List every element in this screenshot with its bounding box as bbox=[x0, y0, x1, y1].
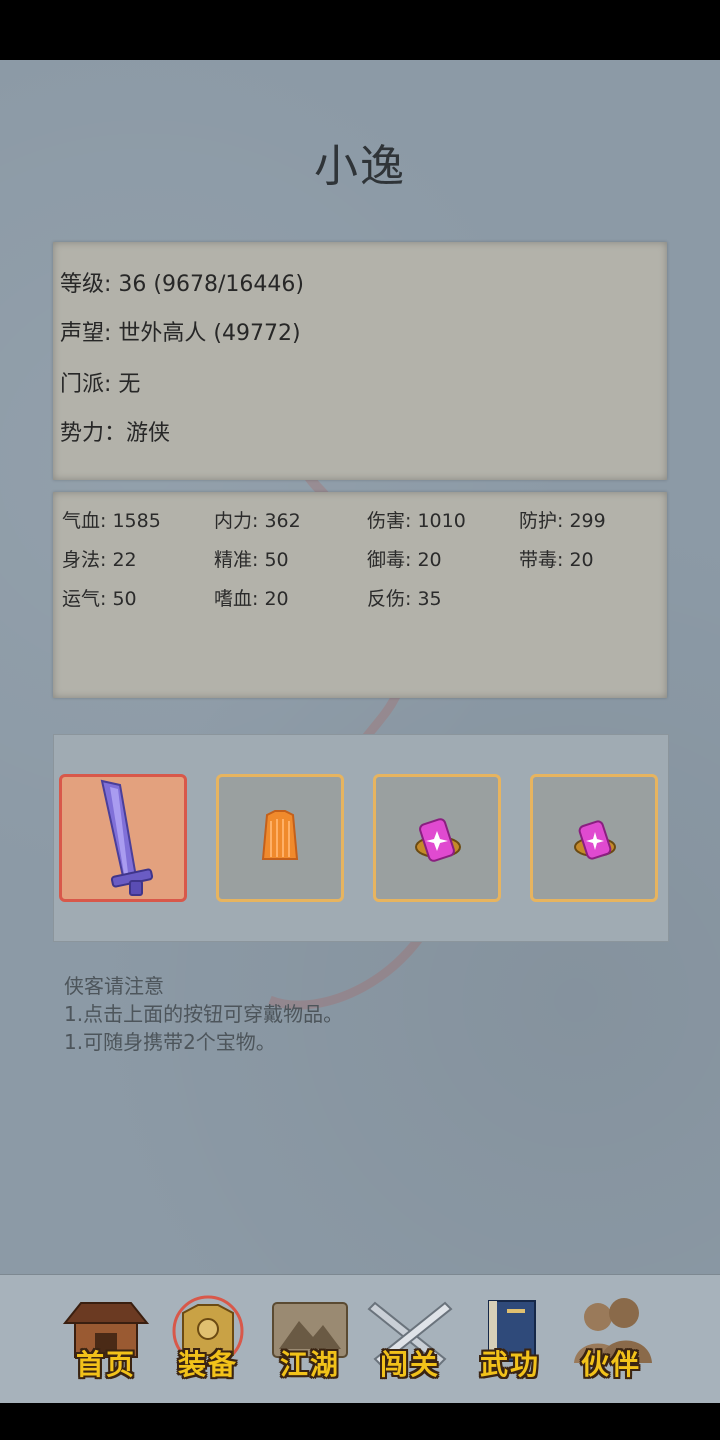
nav-jianghu[interactable]: 江湖 bbox=[265, 1293, 355, 1385]
equip-slot-treasure-1[interactable] bbox=[373, 774, 501, 902]
stat-hp: 气血: 1585 bbox=[62, 510, 161, 532]
nav-martial-arts-label: 武功 bbox=[479, 1348, 540, 1381]
treasure-icon bbox=[574, 820, 616, 860]
character-info-panel: 等级: 36 (9678/16446) 声望: 世外高人 (49772) 门派:… bbox=[53, 242, 667, 480]
nav-challenge[interactable]: 闯关 bbox=[365, 1293, 455, 1385]
notice-line-1: 1.点击上面的按钮可穿戴物品。 bbox=[64, 1002, 344, 1026]
equip-slot-treasure-2[interactable] bbox=[530, 774, 658, 902]
stat-inner-power: 内力: 362 bbox=[214, 510, 301, 532]
stat-defense: 防护: 299 bbox=[519, 510, 606, 532]
prestige-text: 声望: 世外高人 (49772) bbox=[60, 321, 301, 346]
bottom-nav: 首页 装备 江湖 闯关 武功 伙伴 bbox=[0, 1274, 720, 1403]
nav-companions-label: 伙伴 bbox=[580, 1348, 641, 1381]
notice-title: 侠客请注意 bbox=[64, 974, 164, 998]
stat-reflect: 反伤: 35 bbox=[367, 588, 442, 610]
nav-jianghu-label: 江湖 bbox=[279, 1348, 340, 1381]
nav-equipment-label: 装备 bbox=[177, 1348, 238, 1381]
equipment-panel bbox=[53, 734, 669, 942]
character-name: 小逸 bbox=[314, 141, 406, 192]
level-text: 等级: 36 (9678/16446) bbox=[60, 272, 304, 297]
stat-poison: 带毒: 20 bbox=[519, 549, 594, 571]
nav-home-label: 首页 bbox=[75, 1348, 136, 1381]
sect-text: 门派: 无 bbox=[60, 372, 141, 397]
stat-poison-resist: 御毒: 20 bbox=[367, 549, 442, 571]
stat-agility: 身法: 22 bbox=[62, 549, 137, 571]
system-navigation-bar bbox=[0, 1403, 720, 1440]
equip-slot-armor[interactable] bbox=[216, 774, 344, 902]
stat-damage: 伤害: 1010 bbox=[367, 510, 466, 532]
nav-challenge-label: 闯关 bbox=[379, 1348, 440, 1381]
stat-lifesteal: 嗜血: 20 bbox=[214, 588, 289, 610]
stat-accuracy: 精准: 50 bbox=[214, 549, 289, 571]
stat-luck: 运气: 50 bbox=[62, 588, 137, 610]
notice-text: 侠客请注意 1.点击上面的按钮可穿戴物品。 1.可随身携带2个宝物。 bbox=[64, 972, 343, 1056]
sword-icon bbox=[100, 779, 154, 896]
nav-home[interactable]: 首页 bbox=[61, 1293, 151, 1385]
equip-slot-weapon[interactable] bbox=[59, 774, 187, 902]
faction-text: 势力：游侠 bbox=[60, 421, 171, 446]
nav-equipment[interactable]: 装备 bbox=[163, 1293, 253, 1385]
notice-line-2: 1.可随身携带2个宝物。 bbox=[64, 1030, 276, 1054]
nav-martial-arts[interactable]: 武功 bbox=[465, 1293, 555, 1385]
treasure-icon bbox=[415, 818, 461, 862]
nav-companions[interactable]: 伙伴 bbox=[566, 1293, 656, 1385]
game-screen: 小逸 等级: 36 (9678/16446) 声望: 世外高人 (49772) … bbox=[0, 60, 720, 1403]
stats-panel: 气血: 1585 内力: 362 伤害: 1010 防护: 299 身法: 22… bbox=[53, 492, 667, 698]
armor-icon bbox=[261, 810, 299, 860]
